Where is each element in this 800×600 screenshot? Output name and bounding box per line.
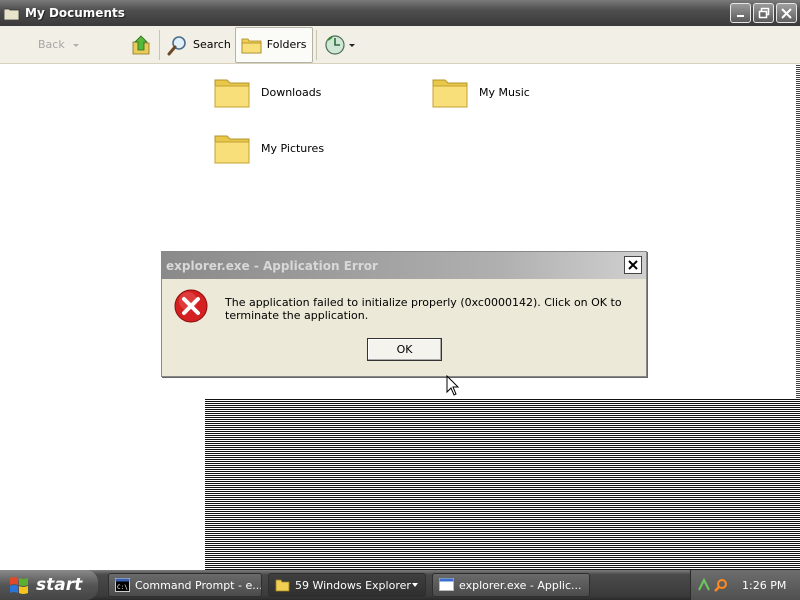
- folder-item-downloads[interactable]: Downloads: [213, 74, 321, 110]
- toolbar-separator: [315, 29, 317, 60]
- folders-button[interactable]: Folders: [234, 26, 313, 63]
- start-label: start: [36, 575, 83, 595]
- network-icon[interactable]: [697, 578, 711, 592]
- dialog-title: explorer.exe - Application Error: [166, 258, 378, 273]
- dialog-close-button[interactable]: [624, 256, 642, 274]
- folders-label: Folders: [266, 38, 307, 51]
- views-icon: [324, 34, 345, 55]
- close-icon: [628, 260, 638, 270]
- back-label: Back: [38, 38, 65, 51]
- toolbar-separator: [159, 29, 160, 60]
- dialog-body: The application failed to initialize pro…: [162, 279, 646, 377]
- up-folder-button[interactable]: [126, 29, 156, 61]
- close-icon: [781, 7, 792, 19]
- folder-item-my-music[interactable]: My Music: [431, 74, 530, 110]
- taskbar-item-command-prompt[interactable]: C:\ Command Prompt - e...: [108, 573, 262, 597]
- ok-button[interactable]: OK: [367, 338, 442, 361]
- error-dialog: explorer.exe - Application Error The app…: [161, 251, 647, 377]
- up-arrow-icon: [132, 34, 150, 54]
- dialog-message: The application failed to initialize pro…: [225, 296, 622, 322]
- taskbar-item-windows-explorer[interactable]: 59 Windows Explorer: [268, 573, 426, 597]
- svg-text:C:\: C:\: [117, 584, 128, 591]
- mouse-cursor-icon: [446, 375, 460, 396]
- folder-icon: [432, 79, 468, 108]
- start-button[interactable]: start: [0, 570, 98, 600]
- system-tray: 1:26 PM: [690, 570, 800, 600]
- minimize-button[interactable]: [730, 3, 751, 23]
- folder-item-my-pictures[interactable]: My Pictures: [213, 130, 324, 166]
- window-title: My Documents: [25, 6, 125, 20]
- folder-icon: [214, 135, 250, 164]
- restore-icon: [758, 7, 769, 19]
- error-icon: [174, 289, 208, 323]
- minimize-icon: [736, 15, 744, 17]
- dialog-titlebar[interactable]: explorer.exe - Application Error: [162, 252, 646, 279]
- cmd-icon: C:\: [115, 578, 130, 592]
- taskbar-item-label: explorer.exe - Applic...: [459, 578, 582, 592]
- window-titlebar[interactable]: My Documents: [0, 0, 800, 26]
- views-button[interactable]: [320, 29, 362, 61]
- folder-label: My Music: [479, 85, 530, 99]
- search-icon: [167, 35, 186, 55]
- search-label: Search: [193, 38, 231, 51]
- folder-label: Downloads: [261, 85, 322, 99]
- taskbar-item-label: 59 Windows Explorer: [295, 578, 411, 592]
- folders-icon: [241, 38, 262, 53]
- restore-button[interactable]: [753, 3, 774, 23]
- back-button[interactable]: Back: [8, 29, 126, 61]
- search-icon[interactable]: [714, 578, 728, 592]
- chevron-down-icon: [72, 43, 79, 47]
- unrendered-desktop-region: [205, 399, 800, 570]
- window-icon: [439, 578, 454, 591]
- folder-label: My Pictures: [261, 141, 325, 155]
- chevron-down-icon: [348, 43, 355, 47]
- scrollbar-artifact: [796, 65, 800, 400]
- folder-icon: [3, 7, 20, 20]
- folder-icon: [214, 79, 250, 108]
- taskbar-item-label: Command Prompt - e...: [135, 578, 262, 592]
- chevron-down-icon: [412, 583, 418, 587]
- clock[interactable]: 1:26 PM: [742, 579, 786, 592]
- explorer-toolbar: Back Search Folders: [0, 26, 800, 64]
- close-button[interactable]: [776, 3, 797, 23]
- folder-icon: [275, 579, 290, 592]
- taskbar: start C:\ Command Prompt - e... 59 Windo…: [0, 570, 800, 600]
- window-controls: [730, 3, 797, 23]
- search-button[interactable]: Search: [163, 29, 235, 61]
- taskbar-item-explorer-error[interactable]: explorer.exe - Applic...: [432, 573, 590, 597]
- windows-flag-icon: [10, 577, 28, 594]
